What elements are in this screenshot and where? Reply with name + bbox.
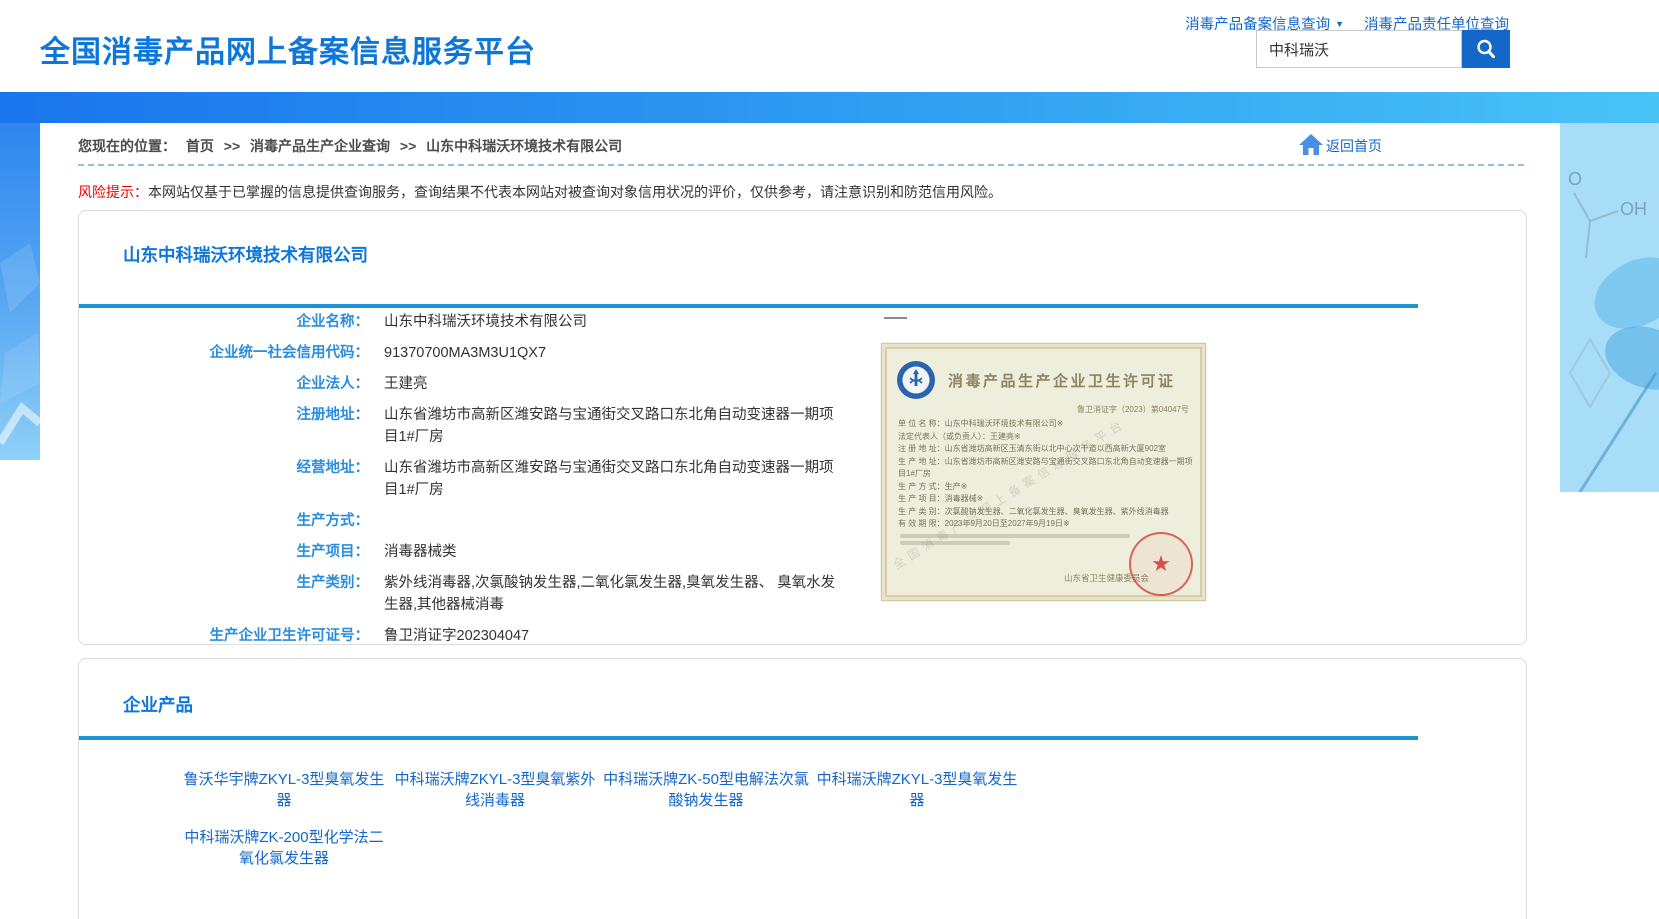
field-row-production-project: 生产项目： 消毒器械类 <box>79 541 939 563</box>
search-bar <box>1256 30 1510 68</box>
svg-text:OH: OH <box>1620 199 1647 219</box>
search-icon <box>1474 37 1498 61</box>
certificate-header: 消毒产品生产企业卫生许可证 <box>896 360 1193 400</box>
field-label: 注册地址： <box>79 404 369 448</box>
products-title: 企业产品 <box>123 692 193 717</box>
certificate-emblem-icon <box>896 360 936 400</box>
breadcrumb-home-link[interactable]: 首页 <box>186 138 214 154</box>
field-row-production-category: 生产类别： 紫外线消毒器,次氯酸钠发生器,二氧化氯发生器,臭氧发生器、 臭氧水发… <box>79 572 939 616</box>
products-list: 鲁沃华宇牌ZKYL-3型臭氧发生器 中科瑞沃牌ZKYL-3型臭氧紫外线消毒器 中… <box>179 769 1079 869</box>
certificate-image: 全国消毒产品网上备案信息服务平台 消毒产品生产企业卫生许可证 <box>881 343 1206 601</box>
left-background-decoration <box>0 123 40 460</box>
svg-text:O: O <box>1568 169 1582 189</box>
search-input[interactable] <box>1256 30 1462 68</box>
company-fields: 企业名称： 山东中科瑞沃环境技术有限公司 企业统一社会信用代码： 9137070… <box>79 311 939 687</box>
field-label: 企业统一社会信用代码： <box>79 342 369 364</box>
company-title: 山东中科瑞沃环境技术有限公司 <box>123 242 368 267</box>
content-area: 您现在的位置： 首页 >> 消毒产品生产企业查询 >> 山东中科瑞沃环境技术有限… <box>40 123 1560 919</box>
divider-dash <box>884 317 907 319</box>
breadcrumb-separator: >> <box>224 138 240 154</box>
certificate-row: 生 产 方 式：生产※ <box>898 481 1193 494</box>
field-row-credit-code: 企业统一社会信用代码： 91370700MA3M3U1QX7 <box>79 342 939 364</box>
field-value: 山东中科瑞沃环境技术有限公司 <box>384 311 587 333</box>
certificate-title: 消毒产品生产企业卫生许可证 <box>948 370 1176 391</box>
field-label: 生产企业卫生许可证号： <box>79 625 369 647</box>
header-divider-bar <box>0 92 1659 123</box>
breadcrumb-separator: >> <box>400 138 416 154</box>
field-value: 91370700MA3M3U1QX7 <box>384 342 546 364</box>
back-home-link[interactable]: 返回首页 <box>1298 132 1382 156</box>
search-button[interactable] <box>1462 30 1510 68</box>
chevron-down-icon: ▼ <box>1335 19 1344 29</box>
field-value: 消毒器械类 <box>384 541 457 563</box>
field-row-legal-person: 企业法人： 王建亮 <box>79 373 939 395</box>
right-background-decoration: O OH <box>1560 123 1659 492</box>
back-home-label: 返回首页 <box>1326 136 1382 156</box>
field-label: 企业名称： <box>79 311 369 333</box>
field-row-company-name: 企业名称： 山东中科瑞沃环境技术有限公司 <box>79 311 939 333</box>
product-link[interactable]: 鲁沃华宇牌ZKYL-3型臭氧发生器 <box>179 769 389 811</box>
field-label: 经营地址： <box>79 457 369 501</box>
field-value: 紫外线消毒器,次氯酸钠发生器,二氧化氯发生器,臭氧发生器、 臭氧水发生器,其他器… <box>384 572 846 616</box>
product-link[interactable]: 中科瑞沃牌ZKYL-3型臭氧紫外线消毒器 <box>390 769 600 811</box>
breadcrumb-company-query-link[interactable]: 消毒产品生产企业查询 <box>250 138 390 154</box>
certificate-row: 法定代表人（或负责人）：王建亮※ <box>898 431 1193 444</box>
certificate-seal-icon: ★ <box>1129 532 1193 596</box>
risk-notice-text: 本网站仅基于已掌握的信息提供查询服务，查询结果不代表本网站对被查询对象信用状况的… <box>148 184 1002 200</box>
page: 全国消毒产品网上备案信息服务平台 消毒产品备案信息查询 ▼ 消毒产品责任单位查询 <box>0 0 1659 919</box>
certificate-row: 生 产 项 目：消毒器械※ <box>898 493 1193 506</box>
field-value: 鲁卫消证字202304047 <box>384 625 529 647</box>
company-card: 山东中科瑞沃环境技术有限公司 企业名称： 山东中科瑞沃环境技术有限公司 企业统一… <box>78 210 1527 645</box>
field-row-business-address: 经营地址： 山东省潍坊市高新区潍安路与宝通街交叉路口东北角自动变速器一期项目1#… <box>79 457 939 501</box>
field-row-production-mode: 生产方式： <box>79 510 939 532</box>
certificate-row: 注 册 地 址：山东省潍坊高新区玉清东街以北中心次干道以西高新大厦902室 <box>898 443 1193 456</box>
certificate-row: 生 产 类 别：次氯酸钠发生器、二氧化氯发生器、臭氧发生器、紫外线消毒器 <box>898 506 1193 519</box>
field-value: 王建亮 <box>384 373 428 395</box>
home-icon <box>1298 132 1324 156</box>
field-row-registered-address: 注册地址： 山东省潍坊市高新区潍安路与宝通街交叉路口东北角自动变速器一期项目1#… <box>79 404 939 448</box>
risk-notice: 风险提示：本网站仅基于已掌握的信息提供查询服务，查询结果不代表本网站对被查询对象… <box>78 182 1002 202</box>
field-label: 生产项目： <box>79 541 369 563</box>
site-title: 全国消毒产品网上备案信息服务平台 <box>40 27 536 71</box>
field-label: 生产类别： <box>79 572 369 616</box>
field-value: 山东省潍坊市高新区潍安路与宝通街交叉路口东北角自动变速器一期项目1#厂房 <box>384 457 846 501</box>
field-value: 山东省潍坊市高新区潍安路与宝通街交叉路口东北角自动变速器一期项目1#厂房 <box>384 404 846 448</box>
products-card: 企业产品 鲁沃华宇牌ZKYL-3型臭氧发生器 中科瑞沃牌ZKYL-3型臭氧紫外线… <box>78 658 1527 919</box>
field-label: 企业法人： <box>79 373 369 395</box>
section-rule <box>79 304 1418 308</box>
product-link[interactable]: 中科瑞沃牌ZK-200型化学法二氧化氯发生器 <box>179 827 389 869</box>
field-label: 生产方式： <box>79 510 369 532</box>
product-link[interactable]: 中科瑞沃牌ZKYL-3型臭氧发生器 <box>812 769 1022 811</box>
breadcrumb-prefix: 您现在的位置： <box>78 138 176 154</box>
section-rule <box>79 736 1418 740</box>
breadcrumb: 您现在的位置： 首页 >> 消毒产品生产企业查询 >> 山东中科瑞沃环境技术有限… <box>78 136 628 156</box>
field-row-license-number: 生产企业卫生许可证号： 鲁卫消证字202304047 <box>79 625 939 647</box>
risk-notice-label: 风险提示： <box>78 184 148 200</box>
product-link[interactable]: 中科瑞沃牌ZK-50型电解法次氯酸钠发生器 <box>601 769 811 811</box>
certificate-row: 单 位 名 称：山东中科瑞沃环境技术有限公司※ <box>898 418 1193 431</box>
dashed-divider <box>78 164 1524 166</box>
breadcrumb-current: 山东中科瑞沃环境技术有限公司 <box>426 138 622 154</box>
